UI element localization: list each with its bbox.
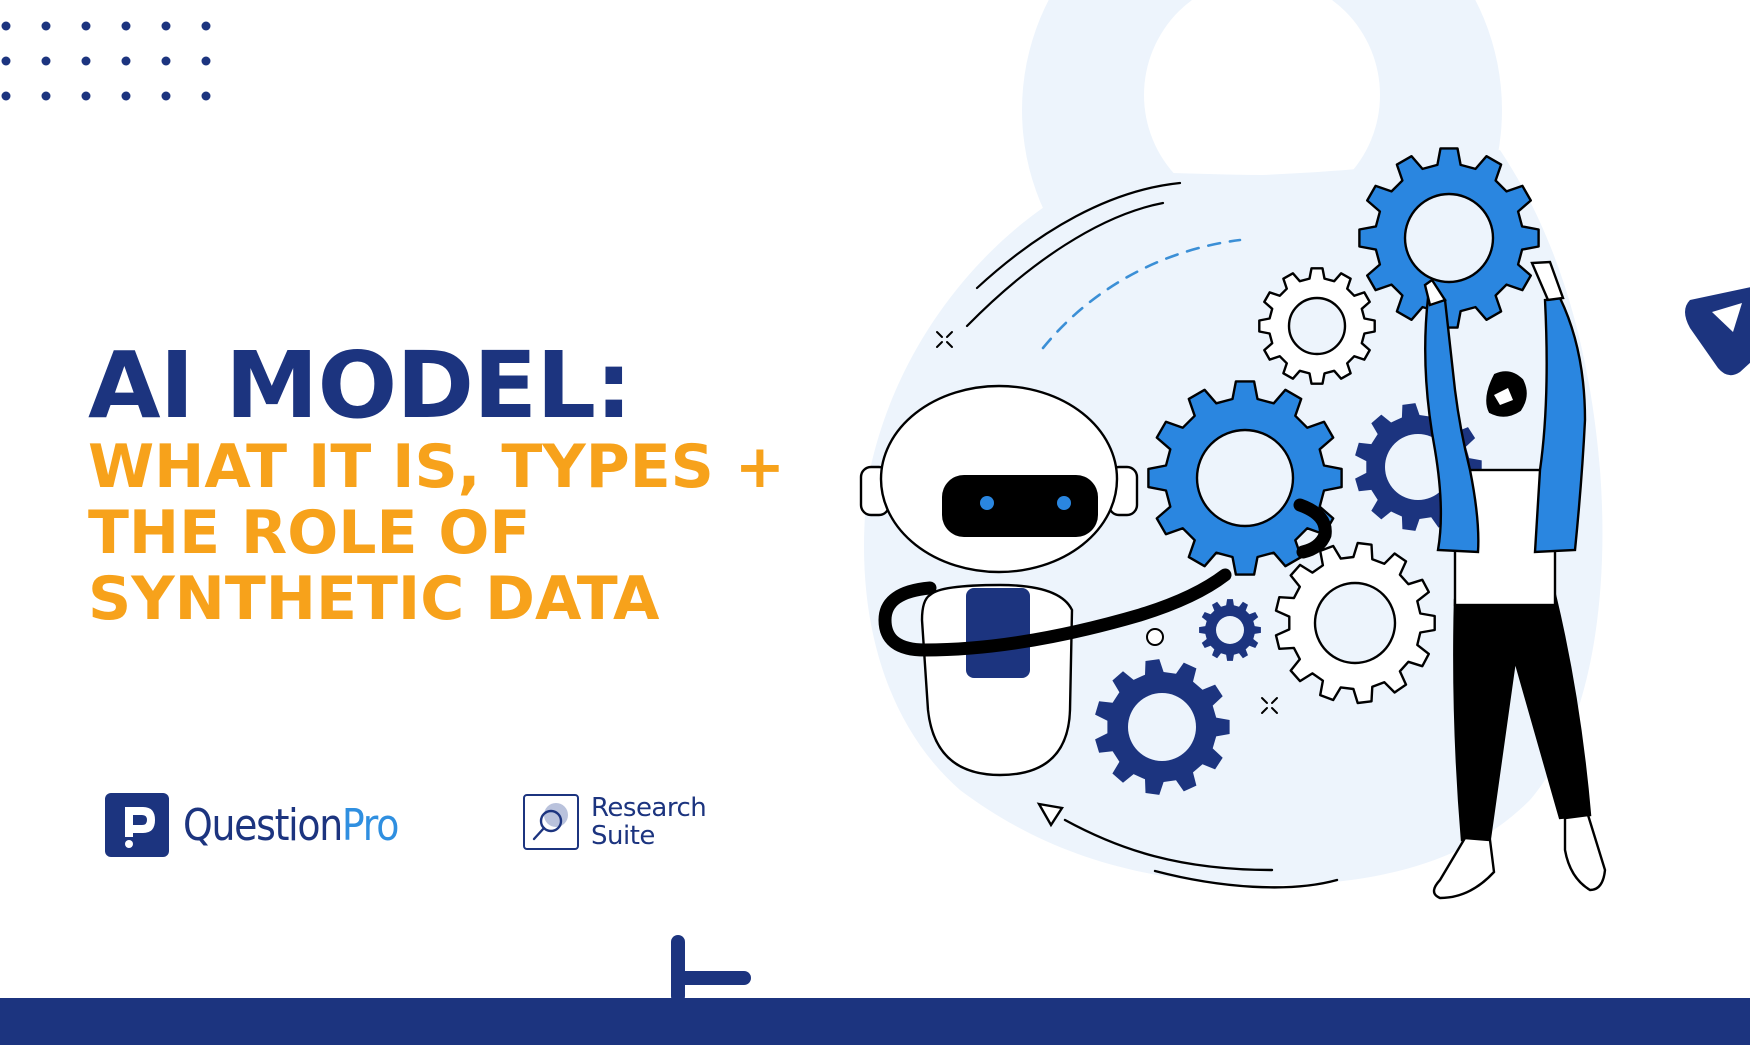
dot <box>121 56 131 66</box>
questionpro-logo-icon <box>105 793 169 857</box>
gear-hole <box>1313 581 1397 665</box>
subtitle-line-2: THE ROLE OF <box>88 498 531 568</box>
questionpro-wordmark: QuestionPro <box>183 799 399 851</box>
bottom-bar <box>0 998 1750 1045</box>
dot <box>201 91 211 101</box>
small-circle <box>1146 628 1164 646</box>
gear-hole <box>1128 693 1196 761</box>
dot <box>161 91 171 101</box>
gear-hole <box>1287 296 1347 356</box>
play-triangle-icon <box>1685 287 1750 376</box>
logo-row: QuestionPro Research Suite <box>105 792 707 858</box>
dot <box>41 91 51 101</box>
dot <box>1 56 11 66</box>
dot <box>121 91 131 101</box>
magnifier-icon <box>523 794 579 850</box>
research-suite-logo[interactable]: Research Suite <box>523 793 707 851</box>
gear-hole <box>1216 616 1244 644</box>
page-title: AI MODEL: <box>88 332 633 439</box>
dot <box>41 56 51 66</box>
subtitle-line-3: SYNTHETIC DATA <box>88 564 660 634</box>
dot <box>41 21 51 31</box>
questionpro-logo[interactable]: QuestionPro <box>105 793 433 857</box>
wordmark-pro: Pro <box>341 799 399 851</box>
gear-hole <box>1195 428 1295 528</box>
research-suite-line1: Research <box>591 793 707 823</box>
dot <box>161 21 171 31</box>
dot <box>81 21 91 31</box>
research-suite-wordmark: Research Suite <box>591 793 707 851</box>
dot <box>201 21 211 31</box>
plus-icon <box>671 935 751 1003</box>
dot <box>201 56 211 66</box>
dot <box>1 21 11 31</box>
dot <box>81 91 91 101</box>
wordmark-question: Question <box>183 799 343 851</box>
subtitle-line-1: WHAT IT IS, TYPES + <box>88 432 786 502</box>
gear-hole <box>1403 192 1495 284</box>
dot <box>1 91 11 101</box>
dot-grid-icon <box>1 21 211 101</box>
research-suite-line2: Suite <box>591 821 655 851</box>
dot <box>81 56 91 66</box>
dot <box>121 21 131 31</box>
dot <box>161 56 171 66</box>
headline: AI MODEL: WHAT IT IS, TYPES + THE ROLE O… <box>88 338 786 634</box>
